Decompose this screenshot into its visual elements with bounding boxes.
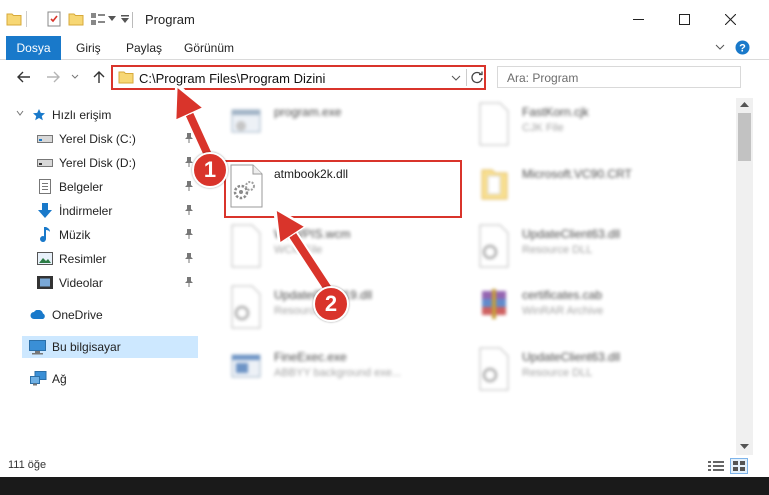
step-badge-1: 1 <box>192 152 228 188</box>
annotation-arrows <box>0 0 336 298</box>
step-badge-2: 2 <box>313 286 349 322</box>
